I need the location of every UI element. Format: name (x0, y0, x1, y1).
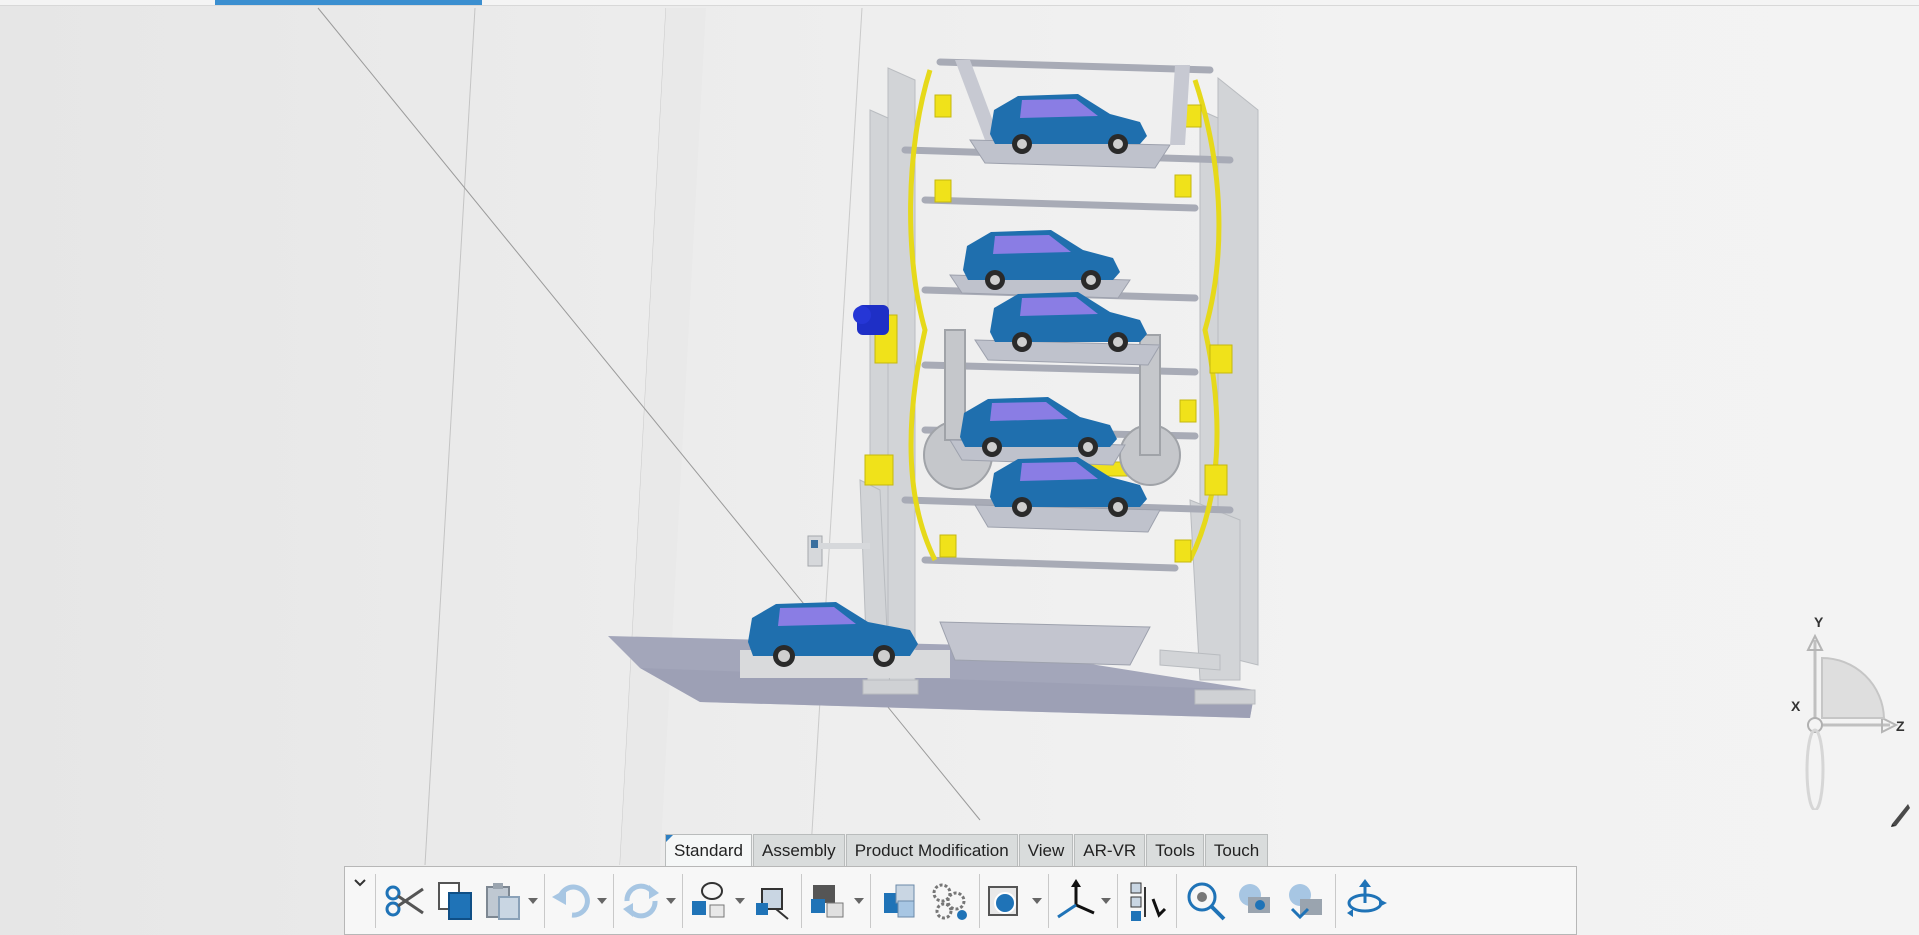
axis-triad[interactable]: Y X Z (1770, 610, 1910, 812)
update-button[interactable] (618, 871, 664, 931)
paste-dropdown[interactable] (526, 871, 540, 931)
explode-icon (756, 887, 789, 920)
toolbar-separator (1048, 873, 1049, 928)
compass-axis-dropdown[interactable] (1099, 871, 1113, 931)
ribbon-tabbar: Standard Assembly Product Modification V… (665, 834, 1269, 866)
compass-axis-icon (1057, 878, 1095, 918)
drive-motor (853, 305, 889, 335)
toolbar-separator (375, 873, 376, 928)
assembly-components-button[interactable] (806, 871, 852, 931)
fly-zoom-icon (1187, 882, 1226, 920)
chevron-down-icon (354, 878, 366, 886)
collapse-toolbar-button[interactable] (349, 871, 371, 931)
undo-button[interactable] (549, 871, 595, 931)
3d-viewport[interactable]: Y X Z (0, 0, 1919, 935)
assembly-components-icon (811, 884, 844, 917)
toolbar-separator (1176, 873, 1177, 928)
display-mode-dropdown[interactable] (1030, 871, 1044, 931)
swap-visible-icon (1289, 883, 1322, 919)
display-mode-button[interactable] (984, 871, 1030, 931)
mechanism-icon (932, 883, 967, 920)
insert-product-dropdown[interactable] (733, 871, 747, 931)
constraints-icon (884, 884, 915, 917)
toolbar-separator (544, 873, 545, 928)
axis-z-label: Z (1896, 718, 1905, 734)
tree-button[interactable] (1122, 871, 1172, 931)
cut-icon (385, 885, 424, 916)
paste-button[interactable] (480, 871, 526, 931)
toolbar-separator (979, 873, 980, 928)
display-mode-icon (988, 885, 1018, 916)
insert-product-button[interactable] (687, 871, 733, 931)
toolbar-separator (1117, 873, 1118, 928)
swap-visible-button[interactable] (1281, 871, 1331, 931)
parking-tower-model[interactable] (0, 0, 1919, 935)
cut-button[interactable] (380, 871, 430, 931)
tab-touch[interactable]: Touch (1204, 834, 1269, 866)
toolbar-separator (613, 873, 614, 928)
explode-button[interactable] (747, 871, 797, 931)
axis-x-label: X (1791, 698, 1801, 714)
toolbar-separator (801, 873, 802, 928)
tab-product-modification[interactable]: Product Modification (845, 834, 1018, 866)
copy-button[interactable] (430, 871, 480, 931)
insert-product-icon (692, 881, 725, 917)
paste-icon (486, 882, 520, 920)
axis-y-label: Y (1814, 614, 1824, 630)
chevron-down-icon (528, 897, 538, 904)
rotate-view-button[interactable] (1340, 871, 1390, 931)
action-bar (344, 866, 1577, 935)
chevron-down-icon (1032, 897, 1042, 904)
tab-view[interactable]: View (1018, 834, 1074, 866)
toolbar-separator (682, 873, 683, 928)
mechanism-button[interactable] (925, 871, 975, 931)
chevron-down-icon (666, 897, 676, 904)
control-panel (807, 535, 870, 567)
tab-assembly[interactable]: Assembly (753, 834, 845, 866)
toolbar-separator (870, 873, 871, 928)
tree-icon (1130, 882, 1167, 921)
update-icon (623, 883, 659, 918)
fly-zoom-button[interactable] (1181, 871, 1231, 931)
chevron-down-icon (1101, 897, 1111, 904)
hide-show-icon (1239, 883, 1270, 913)
hide-show-button[interactable] (1231, 871, 1281, 931)
chevron-down-icon (735, 897, 745, 904)
tab-standard[interactable]: Standard (665, 834, 752, 866)
rotate-view-icon (1347, 878, 1387, 917)
tab-tools[interactable]: Tools (1146, 834, 1204, 866)
compass-axis-button[interactable] (1053, 871, 1099, 931)
chevron-down-icon (854, 897, 864, 904)
update-dropdown[interactable] (664, 871, 678, 931)
undo-icon (552, 884, 590, 918)
undo-dropdown[interactable] (595, 871, 609, 931)
sketch-pen-icon[interactable] (1888, 800, 1912, 828)
copy-icon (438, 881, 472, 920)
tab-ar-vr[interactable]: AR-VR (1074, 834, 1146, 866)
assembly-components-dropdown[interactable] (852, 871, 866, 931)
chevron-down-icon (597, 897, 607, 904)
toolbar-separator (1335, 873, 1336, 928)
constraints-button[interactable] (875, 871, 925, 931)
